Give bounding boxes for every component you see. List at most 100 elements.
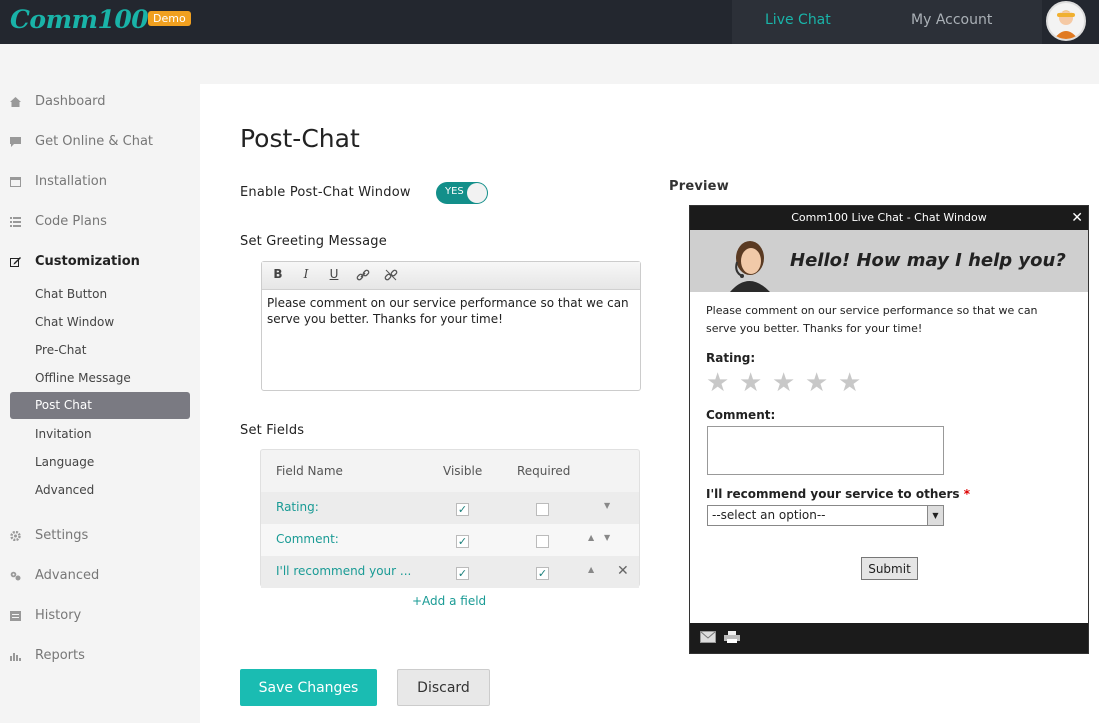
unlink-icon[interactable] bbox=[383, 267, 399, 283]
field-name[interactable]: Rating: bbox=[276, 500, 319, 514]
home-icon bbox=[10, 97, 21, 107]
table-row[interactable]: Comment: ✓ ▲ ▼ bbox=[261, 524, 639, 556]
sidebar-item-code-plans[interactable]: Code Plans bbox=[10, 208, 190, 236]
sidebar-item-label: Installation bbox=[35, 174, 108, 189]
underline-icon[interactable]: U bbox=[326, 267, 342, 283]
field-name[interactable]: I'll recommend your ... bbox=[276, 564, 411, 578]
sidebar: Dashboard Get Online & Chat Installation… bbox=[0, 84, 200, 723]
link-icon[interactable] bbox=[355, 267, 371, 283]
header-visible: Visible bbox=[443, 464, 483, 478]
list-icon bbox=[10, 217, 21, 227]
editor-toolbar: B I U bbox=[262, 262, 640, 290]
sidebar-item-label: Reports bbox=[35, 648, 85, 663]
sidebar-sub-pre-chat[interactable]: Pre-Chat bbox=[10, 337, 190, 364]
preview-label: Preview bbox=[669, 179, 729, 194]
nav-my-account[interactable]: My Account bbox=[911, 12, 992, 28]
close-icon[interactable]: ✕ bbox=[1071, 206, 1083, 230]
star-icon[interactable]: ★ bbox=[838, 368, 861, 398]
sidebar-item-installation[interactable]: Installation bbox=[10, 168, 190, 196]
sidebar-item-history[interactable]: History bbox=[10, 602, 190, 630]
required-checkbox[interactable] bbox=[536, 535, 549, 548]
table-row[interactable]: Rating: ✓ ▼ bbox=[261, 492, 639, 524]
star-icon[interactable]: ★ bbox=[739, 368, 762, 398]
sidebar-item-label: Dashboard bbox=[35, 94, 106, 109]
top-bar: Comm100 Demo Live Chat My Account bbox=[0, 0, 1099, 44]
sidebar-sub-invitation[interactable]: Invitation bbox=[10, 421, 190, 448]
required-mark: * bbox=[963, 487, 971, 501]
sidebar-item-reports[interactable]: Reports bbox=[10, 642, 190, 670]
recommend-label-text: I'll recommend your service to others bbox=[706, 487, 960, 501]
remove-field-icon[interactable]: ✕ bbox=[617, 563, 629, 579]
greeting-text[interactable]: Please comment on our service performanc… bbox=[262, 290, 640, 332]
sidebar-item-label: Customization bbox=[35, 254, 140, 269]
bold-icon[interactable]: B bbox=[270, 267, 286, 283]
print-icon[interactable] bbox=[724, 631, 740, 643]
nav-live-chat[interactable]: Live Chat bbox=[765, 12, 831, 28]
sidebar-item-dashboard[interactable]: Dashboard bbox=[10, 88, 190, 116]
sidebar-sub-offline-message[interactable]: Offline Message bbox=[10, 365, 190, 392]
toggle-text: YES bbox=[445, 186, 464, 197]
sidebar-item-label: Advanced bbox=[35, 568, 100, 583]
sidebar-item-label: Code Plans bbox=[35, 214, 107, 229]
visible-checkbox[interactable]: ✓ bbox=[456, 567, 469, 580]
avatar[interactable] bbox=[1046, 1, 1086, 41]
star-icon[interactable]: ★ bbox=[805, 368, 828, 398]
sidebar-sub-advanced[interactable]: Advanced bbox=[10, 477, 190, 504]
enable-post-chat-toggle[interactable]: YES bbox=[436, 182, 488, 204]
table-row[interactable]: I'll recommend your ... ✓ ✓ ▲ ✕ bbox=[261, 556, 639, 588]
required-checkbox[interactable] bbox=[536, 503, 549, 516]
sidebar-item-label: Get Online & Chat bbox=[35, 134, 154, 149]
preview-greeting: Hello! How may I help you? bbox=[790, 250, 1066, 271]
sidebar-sub-post-chat[interactable]: Post Chat bbox=[10, 392, 190, 419]
move-up-icon[interactable]: ▲ bbox=[588, 565, 594, 574]
greeting-editor[interactable]: B I U Please comment on our service perf… bbox=[261, 261, 641, 391]
chevron-down-icon[interactable]: ▼ bbox=[927, 506, 943, 525]
visible-checkbox[interactable]: ✓ bbox=[456, 535, 469, 548]
sidebar-item-get-online-chat[interactable]: Get Online & Chat bbox=[10, 128, 190, 156]
discard-button[interactable]: Discard bbox=[397, 669, 490, 706]
page-title: Post-Chat bbox=[240, 124, 360, 153]
preview-footer bbox=[690, 623, 1088, 653]
history-icon bbox=[10, 611, 21, 621]
sidebar-item-label: Settings bbox=[35, 528, 89, 543]
preview-banner: Hello! How may I help you? bbox=[690, 230, 1088, 292]
add-field-link[interactable]: +Add a field bbox=[412, 594, 486, 608]
field-name[interactable]: Comment: bbox=[276, 532, 339, 546]
header-field-name: Field Name bbox=[276, 464, 343, 478]
window-icon bbox=[10, 177, 21, 187]
sidebar-item-customization[interactable]: Customization bbox=[10, 248, 190, 276]
sidebar-sub-chat-button[interactable]: Chat Button bbox=[10, 281, 190, 308]
sidebar-item-settings[interactable]: Settings bbox=[10, 522, 190, 550]
save-changes-button[interactable]: Save Changes bbox=[240, 669, 377, 706]
sidebar-item-label: History bbox=[35, 608, 82, 623]
select-value: --select an option-- bbox=[712, 508, 826, 522]
visible-checkbox[interactable]: ✓ bbox=[456, 503, 469, 516]
top-nav: Live Chat My Account bbox=[732, 0, 1042, 44]
required-checkbox[interactable]: ✓ bbox=[536, 567, 549, 580]
star-icon[interactable]: ★ bbox=[706, 368, 729, 398]
submit-button[interactable]: Submit bbox=[861, 557, 918, 580]
greeting-label: Set Greeting Message bbox=[240, 234, 387, 249]
preview-window-title: Comm100 Live Chat - Chat Window bbox=[791, 211, 987, 224]
chat-window-preview: Comm100 Live Chat - Chat Window ✕ Hello!… bbox=[689, 205, 1089, 654]
gears-icon bbox=[10, 571, 21, 581]
star-icon[interactable]: ★ bbox=[772, 368, 795, 398]
recommend-select[interactable]: --select an option-- ▼ bbox=[707, 505, 944, 526]
edit-icon bbox=[10, 257, 21, 267]
comment-textarea[interactable] bbox=[707, 426, 944, 475]
sidebar-item-advanced[interactable]: Advanced bbox=[10, 562, 190, 590]
move-up-icon[interactable]: ▲ bbox=[588, 533, 594, 542]
demo-badge: Demo bbox=[148, 11, 191, 26]
move-down-icon[interactable]: ▼ bbox=[604, 533, 610, 542]
fields-table: Field Name Visible Required Rating: ✓ ▼ … bbox=[260, 449, 640, 588]
rating-label: Rating: bbox=[706, 351, 756, 365]
bar-chart-icon bbox=[10, 653, 21, 661]
sidebar-sub-language[interactable]: Language bbox=[10, 449, 190, 476]
italic-icon[interactable]: I bbox=[298, 267, 314, 283]
sidebar-sub-chat-window[interactable]: Chat Window bbox=[10, 309, 190, 336]
recommend-label: I'll recommend your service to others * bbox=[706, 487, 970, 501]
preview-title-bar: Comm100 Live Chat - Chat Window ✕ bbox=[690, 206, 1088, 230]
enable-post-chat-label: Enable Post-Chat Window bbox=[240, 185, 411, 200]
move-down-icon[interactable]: ▼ bbox=[604, 501, 610, 510]
email-icon[interactable] bbox=[700, 631, 716, 643]
